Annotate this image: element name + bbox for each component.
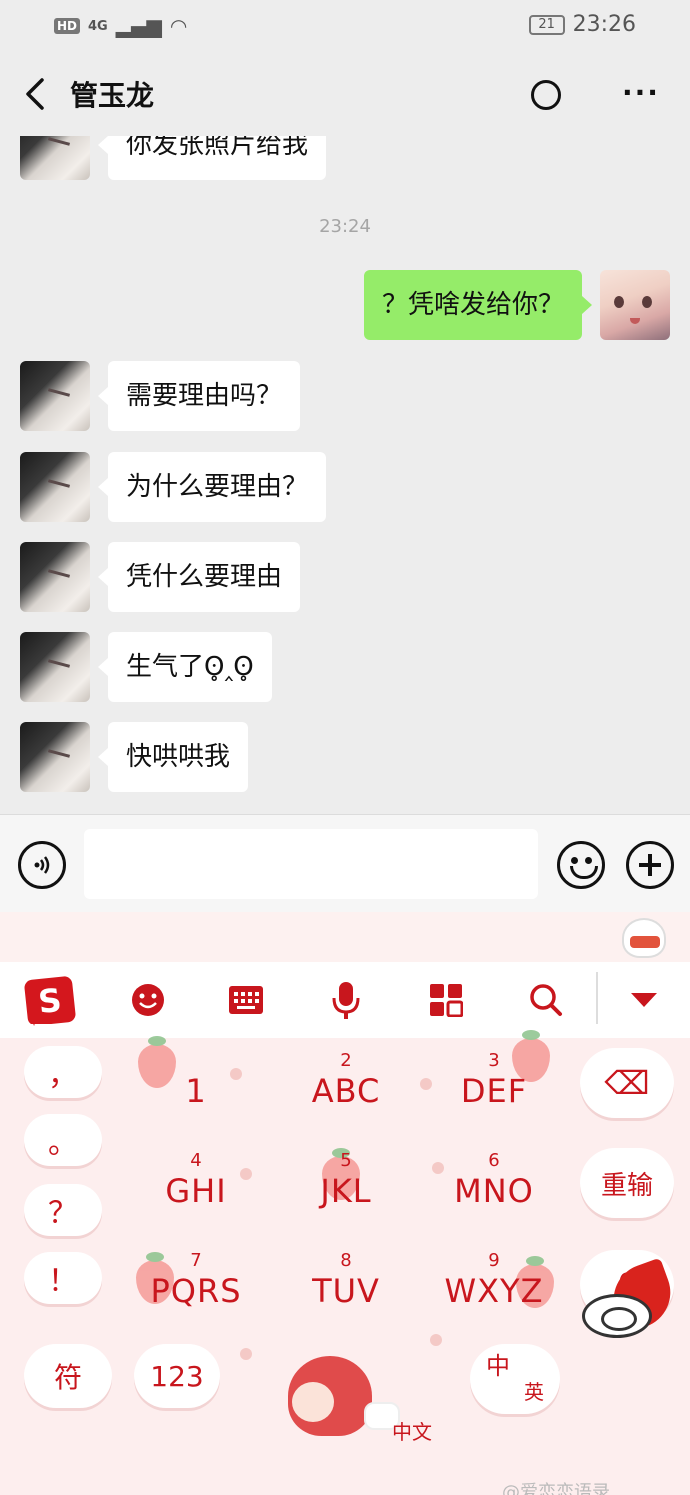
key-letters: TUV bbox=[312, 1272, 380, 1310]
key-number: 6 bbox=[488, 1150, 500, 1171]
chat-header: 管玉龙 ··· bbox=[0, 52, 690, 136]
dot-decoration bbox=[430, 1334, 442, 1346]
mascot-face bbox=[292, 1382, 334, 1422]
signal-icon: ▂▄▆ bbox=[115, 14, 162, 38]
key-letters: DEF bbox=[460, 1072, 528, 1110]
message-input-bar bbox=[0, 814, 690, 912]
back-button[interactable] bbox=[18, 74, 54, 114]
key-number: 8 bbox=[340, 1250, 352, 1271]
enter-key[interactable] bbox=[582, 1257, 681, 1340]
key-letters: 1 bbox=[185, 1072, 207, 1110]
message-bubble-incoming[interactable]: 你发张照片给我 bbox=[97, 136, 327, 180]
smile-icon[interactable] bbox=[128, 980, 168, 1020]
my-avatar[interactable] bbox=[600, 270, 670, 340]
language-switch-key[interactable]: 中 英 bbox=[470, 1344, 560, 1414]
key-letters: MNO bbox=[454, 1172, 534, 1210]
punct-key-exclamation[interactable]: ！ bbox=[24, 1252, 102, 1304]
punct-key-period[interactable]: 。 bbox=[24, 1114, 102, 1166]
status-circle-button[interactable] bbox=[531, 80, 561, 110]
key-letters: WXYZ bbox=[444, 1272, 544, 1310]
chevron-left-icon bbox=[26, 78, 44, 110]
symbols-key[interactable]: 符 bbox=[24, 1344, 112, 1408]
sogou-keyboard: S ， 。 ？ ！ 1 2 ABC 3 DEF 4 GHI 5 JKL 6 MN… bbox=[0, 912, 690, 1495]
message-bubble-incoming[interactable]: 为什么要理由？ bbox=[97, 452, 327, 522]
key-1[interactable]: 1 bbox=[126, 1050, 266, 1110]
lang-bottom-label: 英 bbox=[524, 1380, 544, 1404]
key-letters: ABC bbox=[311, 1072, 381, 1110]
message-bubble-incoming[interactable]: 快哄哄我 bbox=[97, 722, 249, 792]
delete-key[interactable]: ⌫ bbox=[580, 1048, 674, 1118]
contact-avatar[interactable] bbox=[20, 452, 90, 522]
contact-avatar[interactable] bbox=[20, 361, 90, 431]
space-key[interactable] bbox=[282, 1356, 410, 1442]
key-letters: PQRS bbox=[150, 1272, 242, 1310]
message-bubble-outgoing[interactable]: ？凭啥发给你？ bbox=[363, 270, 593, 340]
backspace-icon: ⌫ bbox=[604, 1064, 650, 1102]
key-letters: JKL bbox=[320, 1172, 372, 1210]
dot-decoration bbox=[240, 1348, 252, 1360]
space-key-label: 中文 bbox=[392, 1420, 432, 1444]
keyboard-icon[interactable] bbox=[226, 980, 266, 1020]
contact-avatar[interactable] bbox=[20, 136, 90, 180]
battery-icon: 21 bbox=[528, 14, 565, 35]
key-letters: GHI bbox=[165, 1172, 227, 1210]
punct-key-comma[interactable]: ， bbox=[24, 1046, 102, 1098]
keyboard-toolbar: S bbox=[0, 962, 690, 1052]
voice-icon bbox=[34, 856, 50, 874]
key-5[interactable]: 5 JKL bbox=[276, 1150, 416, 1210]
contact-avatar[interactable] bbox=[20, 632, 90, 702]
status-bar: HD 4G ▂▄▆ ◠ 21 23:26 bbox=[0, 0, 690, 52]
punct-key-question[interactable]: ？ bbox=[24, 1184, 102, 1236]
search-icon[interactable] bbox=[526, 980, 566, 1020]
key-4[interactable]: 4 GHI bbox=[126, 1150, 266, 1210]
network-type: 4G bbox=[88, 18, 108, 34]
chat-message-list[interactable]: 你发张照片给我 23:24 ？凭啥发给你？ 需要理由吗？ 为什么要理由？ 凭什么… bbox=[0, 136, 690, 814]
swirl-icon bbox=[582, 1294, 652, 1338]
grid-icon[interactable] bbox=[426, 980, 466, 1020]
key-7[interactable]: 7 PQRS bbox=[126, 1250, 266, 1310]
key-6[interactable]: 6 MNO bbox=[424, 1150, 564, 1210]
status-time: 23:26 bbox=[572, 12, 636, 37]
key-3[interactable]: 3 DEF bbox=[424, 1050, 564, 1110]
message-timestamp: 23:24 bbox=[319, 216, 371, 237]
emoji-button[interactable] bbox=[557, 841, 605, 889]
lang-top-label: 中 bbox=[486, 1352, 510, 1380]
key-number: 9 bbox=[488, 1250, 500, 1271]
key-8[interactable]: 8 TUV bbox=[276, 1250, 416, 1310]
key-number: 3 bbox=[488, 1050, 500, 1071]
key-number: 4 bbox=[190, 1150, 202, 1171]
key-number bbox=[126, 1050, 266, 1072]
network-badge: HD bbox=[54, 18, 81, 34]
wifi-icon: ◠ bbox=[169, 14, 188, 38]
key-number: 5 bbox=[340, 1150, 352, 1171]
key-2[interactable]: 2 ABC bbox=[276, 1050, 416, 1110]
toolbar-divider bbox=[596, 972, 598, 1028]
contact-avatar[interactable] bbox=[20, 722, 90, 792]
voice-input-button[interactable] bbox=[18, 841, 66, 889]
watermark-text: @爱恋恋语录 bbox=[502, 1482, 610, 1495]
collapse-icon[interactable] bbox=[624, 980, 664, 1020]
retype-key[interactable]: 重输 bbox=[580, 1148, 674, 1218]
key-9[interactable]: 9 WXYZ bbox=[424, 1250, 564, 1310]
sogou-logo-button[interactable]: S bbox=[23, 975, 77, 1027]
keyboard-candidate-strip bbox=[0, 912, 690, 962]
key-number: 7 bbox=[190, 1250, 202, 1271]
status-right: 21 23:26 bbox=[528, 12, 636, 37]
mic-icon[interactable] bbox=[326, 980, 366, 1020]
key-number: 2 bbox=[340, 1050, 352, 1071]
message-bubble-incoming[interactable]: 生气了ʘ̥‸ʘ̥ bbox=[98, 632, 272, 702]
contact-avatar[interactable] bbox=[20, 542, 90, 612]
chat-title: 管玉龙 bbox=[70, 79, 155, 112]
message-bubble-incoming[interactable]: 需要理由吗？ bbox=[97, 361, 301, 431]
message-text-input[interactable] bbox=[84, 829, 538, 899]
more-options-button[interactable]: ··· bbox=[622, 76, 660, 109]
status-left: HD 4G ▂▄▆ ◠ bbox=[54, 14, 187, 38]
numbers-key[interactable]: 123 bbox=[134, 1344, 220, 1408]
more-functions-button[interactable] bbox=[626, 841, 674, 889]
keyboard-mascot-icon[interactable] bbox=[622, 918, 666, 958]
message-bubble-incoming[interactable]: 凭什么要理由 bbox=[97, 542, 301, 612]
